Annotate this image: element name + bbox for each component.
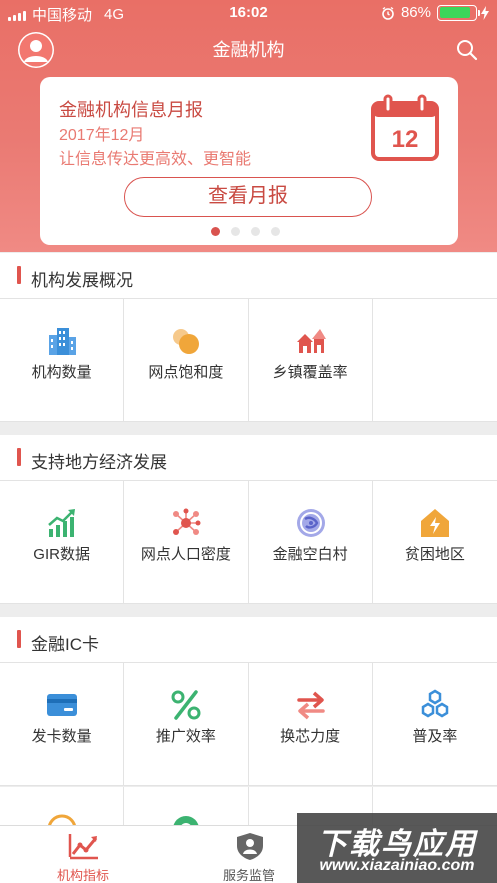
section-header-local-economy: 支持地方经济发展 [0, 435, 497, 481]
status-right: 86% [381, 4, 489, 21]
grid-item-poor-areas[interactable]: 贫困地区 [372, 481, 497, 604]
calendar-day: 12 [392, 126, 419, 153]
grid-item-label: 网点饱和度 [148, 364, 224, 381]
grid-item-label: 乡镇覆盖率 [272, 364, 348, 381]
house-lightning-icon [420, 509, 449, 537]
percent-icon [171, 690, 201, 720]
grid-item-chip-replacement[interactable]: 换芯力度 [248, 663, 373, 786]
carousel-dot[interactable] [251, 227, 260, 236]
grid-item-label: 推广效率 [155, 728, 216, 745]
location-icon [173, 816, 199, 825]
grid-ic-card: 发卡数量 推广效率 换芯力度 普及率 [0, 663, 497, 786]
circles-icon [173, 329, 200, 354]
view-report-button[interactable]: 查看月报 [124, 177, 372, 217]
carousel-dot[interactable] [231, 227, 240, 236]
monthly-report-card[interactable]: 金融机构信息月报 2017年12月 让信息传达更高效、更智能 12 查看月报 [40, 77, 458, 245]
battery-percent: 86% [400, 4, 431, 21]
grid-item-promotion-efficiency[interactable]: 推广效率 [124, 663, 249, 786]
section-header-ic-card: 金融IC卡 [0, 617, 497, 663]
section-title: 金融IC卡 [31, 635, 99, 654]
swap-arrows-icon [296, 691, 325, 720]
grid-item-label: 换芯力度 [280, 728, 341, 745]
tab-label: 服务监管 [222, 868, 275, 883]
grid-item-partial[interactable] [124, 787, 249, 825]
grid-item-label: GIR数据 [33, 546, 90, 563]
globe-icon [296, 509, 325, 537]
calendar-icon: 12 [371, 94, 439, 161]
grid-item-label: 普及率 [412, 728, 458, 745]
search-button[interactable] [455, 38, 479, 62]
search-icon [457, 40, 478, 61]
carousel-dots [211, 227, 280, 236]
growth-chart-icon [48, 509, 75, 537]
alarm-icon [382, 6, 394, 20]
report-title: 金融机构信息月报 [59, 100, 203, 120]
grid-item-cards-issued[interactable]: 发卡数量 [0, 663, 125, 786]
grid-item-outlet-saturation[interactable]: 网点饱和度 [124, 299, 249, 422]
grid-local-economy: GIR数据 网点人口密度 金融空白村 贫困地区 [0, 481, 497, 604]
grid-item-label: 贫困地区 [404, 546, 465, 563]
building-icon [49, 328, 76, 355]
hexagons-icon [421, 689, 448, 718]
section-title: 机构发展概况 [31, 271, 133, 290]
section-marker [17, 266, 21, 284]
grid-item-empty [372, 299, 497, 422]
section-header-development: 机构发展概况 [0, 253, 497, 299]
trend-chart-icon [68, 834, 98, 860]
battery-icon [437, 4, 480, 21]
watermark: 下载鸟应用 www.xiazainiao.com [297, 813, 497, 883]
report-description: 让信息传达更高效、更智能 [59, 151, 252, 168]
section-title: 支持地方经济发展 [31, 453, 167, 472]
grid-item-unbanked-villages[interactable]: 金融空白村 [248, 481, 373, 604]
grid-item-township-coverage[interactable]: 乡镇覆盖率 [248, 299, 373, 422]
watermark-url: www.xiazainiao.com [319, 857, 475, 874]
grid-item-partial[interactable] [0, 787, 125, 825]
tab-label: 机构指标 [56, 868, 109, 883]
charging-icon [481, 5, 489, 20]
tab-service-supervision[interactable]: 服务监管 [187, 826, 311, 883]
card-icon [47, 694, 77, 716]
page-title: 金融机构 [212, 40, 285, 60]
network-nodes-icon [173, 508, 201, 535]
status-bar: 中国移动 4G 16:02 86% [0, 0, 497, 26]
grid-development: 机构数量 网点饱和度 乡镇覆盖率 [0, 299, 497, 422]
tab-institution-indicators[interactable]: 机构指标 [21, 826, 145, 883]
grid-item-penetration-rate[interactable]: 普及率 [372, 663, 497, 786]
carousel-dot[interactable] [211, 227, 220, 236]
village-icon [296, 329, 326, 353]
grid-item-outlet-density[interactable]: 网点人口密度 [124, 481, 249, 604]
grid-item-label: 网点人口密度 [140, 546, 231, 563]
grid-item-institution-count[interactable]: 机构数量 [0, 299, 125, 422]
report-date: 2017年12月 [59, 127, 145, 144]
grid-item-gir-data[interactable]: GIR数据 [0, 481, 125, 604]
section-marker [17, 630, 21, 648]
grid-item-label: 发卡数量 [31, 728, 92, 745]
grid-item-label: 金融空白村 [272, 546, 348, 563]
coin-icon [48, 814, 76, 825]
carousel-dot[interactable] [271, 227, 280, 236]
shield-user-icon [237, 833, 263, 860]
section-marker [17, 448, 21, 466]
grid-item-label: 机构数量 [31, 364, 92, 381]
